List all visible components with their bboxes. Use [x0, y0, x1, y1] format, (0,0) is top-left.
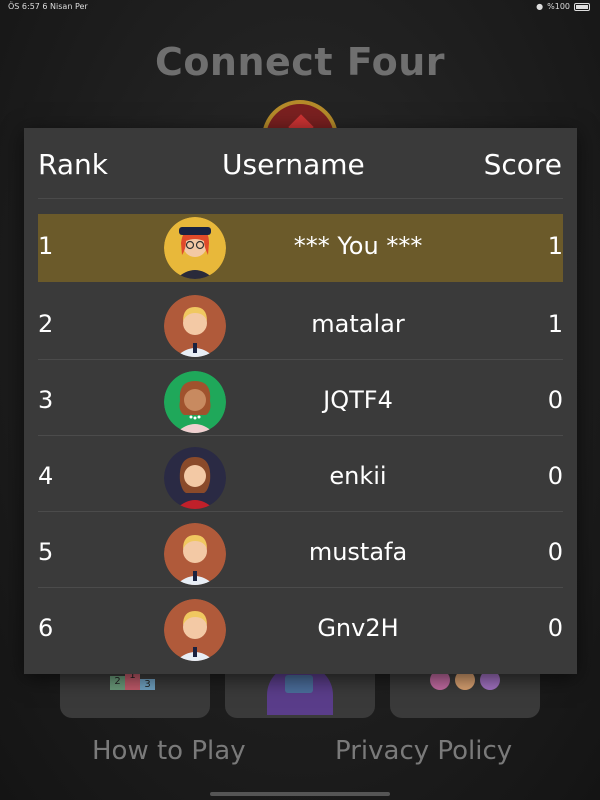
avatar-woman-brown-hair-icon [164, 447, 226, 509]
header-divider [38, 198, 563, 199]
row-rank: 1 [38, 232, 54, 260]
header-score: Score [483, 148, 562, 181]
header-rank: Rank [38, 148, 108, 181]
battery-percent: %100 [547, 2, 570, 11]
leaderboard-row: 6 Gnv2H 0 [38, 596, 563, 664]
avatar-woman-red-hair-glasses-icon [164, 217, 226, 279]
row-username: JQTF4 [323, 386, 393, 414]
how-to-play-link[interactable]: How to Play [92, 736, 246, 766]
leaderboard-row: 4 enkii 0 [38, 444, 563, 512]
row-rank: 3 [38, 386, 54, 414]
row-username: Gnv2H [317, 614, 399, 642]
leaderboard-row: 2 matalar 1 [38, 292, 563, 360]
leaderboard-header: Rank Username Score [24, 128, 577, 198]
avatar-man-blond-icon [164, 599, 226, 661]
leaderboard-row: 5 mustafa 0 [38, 520, 563, 588]
row-username: enkii [329, 462, 387, 490]
leaderboard-row: 3 JQTF4 0 [38, 368, 563, 436]
wifi-icon: ● [536, 2, 544, 11]
leaderboard-row-you: 1 *** You *** 1 [38, 214, 563, 282]
row-score: 0 [547, 462, 563, 490]
row-username: matalar [311, 310, 405, 338]
privacy-policy-link[interactable]: Privacy Policy [335, 736, 512, 766]
podium-third: 3 [140, 679, 155, 690]
status-right: ● %100 [536, 2, 590, 11]
app-title: Connect Four [154, 40, 446, 84]
row-rank: 5 [38, 538, 54, 566]
row-username: mustafa [308, 538, 408, 566]
row-username: *** You *** [293, 232, 423, 260]
row-score: 0 [547, 538, 563, 566]
row-score: 1 [547, 310, 563, 338]
leaderboard-overlay: Rank Username Score 1 *** You *** 1 2 ma… [24, 128, 577, 674]
row-rank: 4 [38, 462, 54, 490]
status-bar: ÖS 6:57 6 Nisan Per ● %100 [0, 0, 600, 14]
avatar-man-blond-icon [164, 523, 226, 585]
home-indicator [210, 792, 390, 796]
row-score: 0 [547, 386, 563, 414]
podium-second: 2 [110, 676, 125, 690]
row-rank: 6 [38, 614, 54, 642]
row-score: 1 [547, 232, 563, 260]
avatar-woman-curly-hair-icon [164, 371, 226, 433]
header-username: Username [222, 148, 365, 181]
battery-icon [574, 2, 590, 11]
avatar-man-blond-icon [164, 295, 226, 357]
row-score: 0 [547, 614, 563, 642]
row-rank: 2 [38, 310, 54, 338]
status-time-date: ÖS 6:57 6 Nisan Per [8, 2, 88, 11]
